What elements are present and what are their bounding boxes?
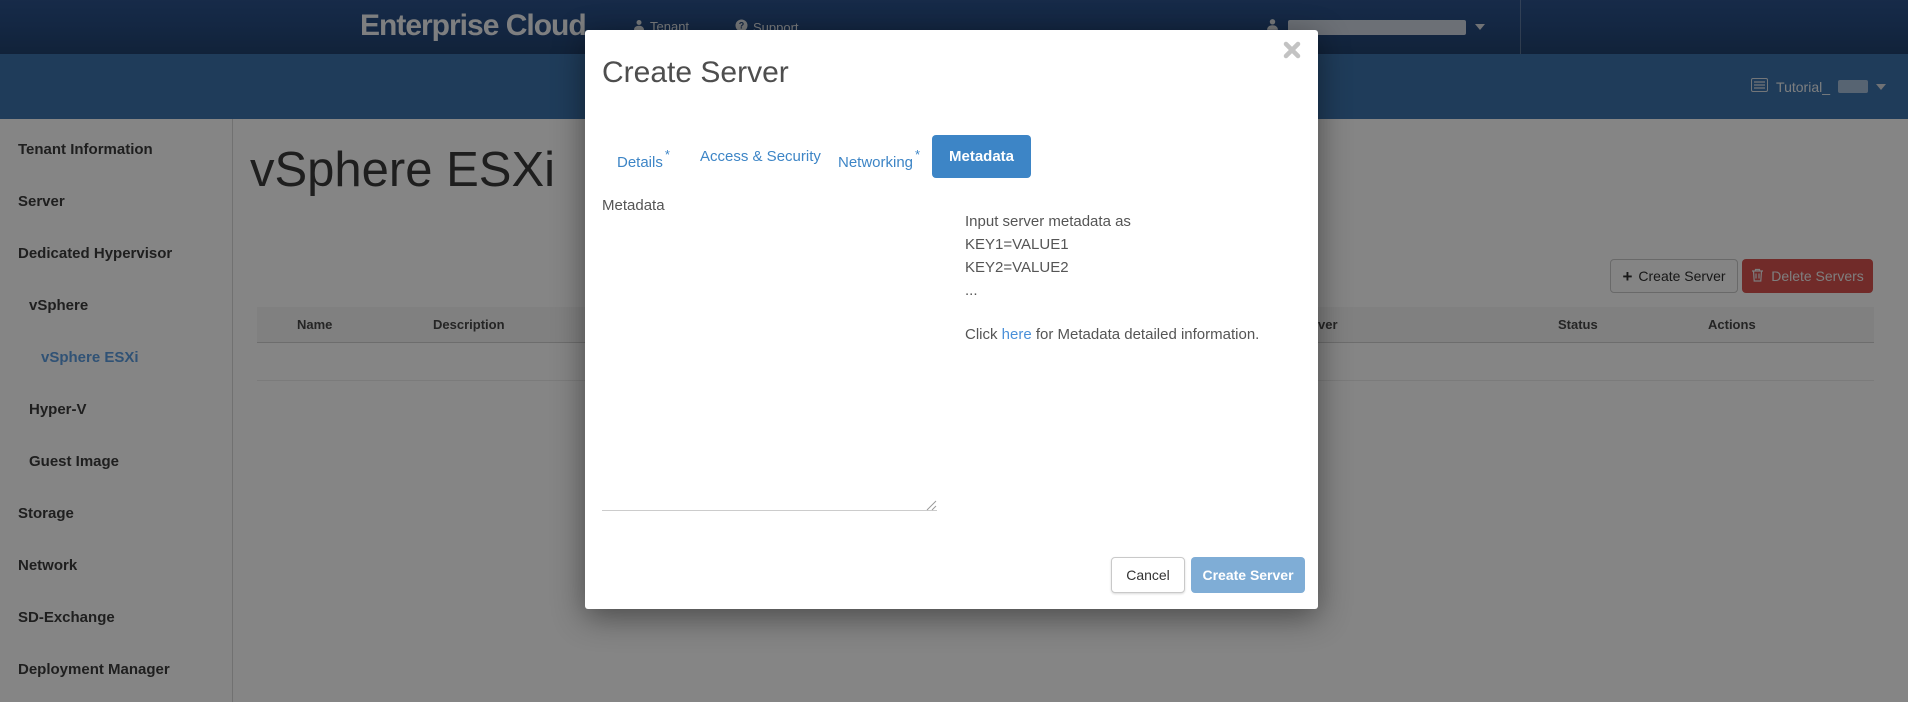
tab-networking[interactable]: Networking* — [838, 135, 920, 178]
help-line: ... — [965, 279, 1259, 302]
tab-access-security[interactable]: Access & Security — [700, 135, 821, 178]
screen: Enterprise Cloud Tenant ? Support — [0, 0, 1908, 702]
metadata-textarea[interactable] — [602, 225, 937, 511]
metadata-help-text: Input server metadata as KEY1=VALUE1 KEY… — [965, 210, 1259, 346]
tab-metadata[interactable]: Metadata — [932, 135, 1031, 178]
cancel-button[interactable]: Cancel — [1111, 557, 1185, 593]
required-marker: * — [915, 147, 920, 162]
modal-title: Create Server — [602, 56, 789, 90]
close-icon[interactable] — [1282, 40, 1302, 60]
create-server-modal: Create Server Details* Access & Security… — [585, 30, 1318, 609]
tab-details[interactable]: Details* — [617, 135, 670, 178]
metadata-info-link[interactable]: here — [1002, 326, 1032, 343]
modal-create-server-button[interactable]: Create Server — [1191, 557, 1305, 593]
required-marker: * — [665, 147, 670, 162]
help-line: Input server metadata as — [965, 210, 1259, 233]
resize-handle-icon[interactable] — [924, 498, 937, 516]
metadata-field-label: Metadata — [602, 197, 665, 214]
help-line: KEY1=VALUE1 — [965, 233, 1259, 256]
help-line: KEY2=VALUE2 — [965, 256, 1259, 279]
help-click-line: Click here for Metadata detailed informa… — [965, 323, 1259, 346]
